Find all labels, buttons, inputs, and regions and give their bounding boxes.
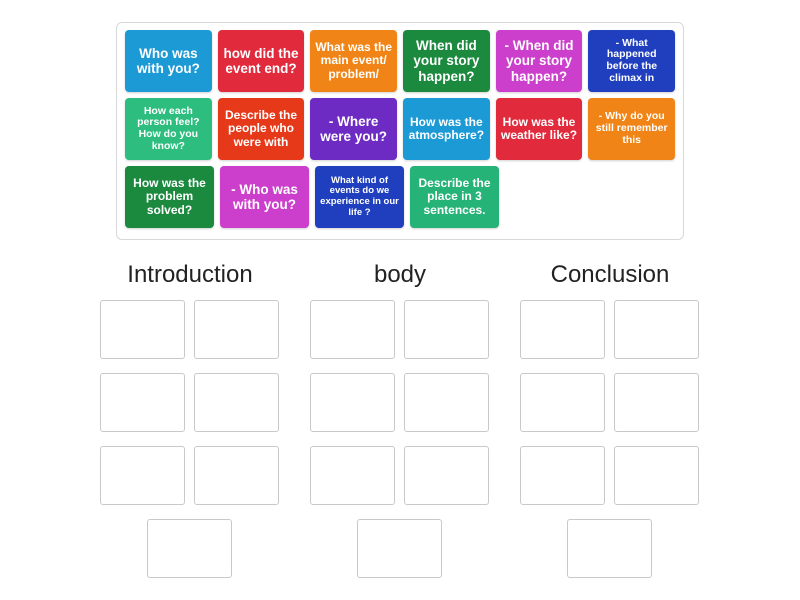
drop-slot-body[interactable] — [404, 446, 489, 505]
drop-slot-body[interactable] — [404, 300, 489, 359]
tile-row: How was the problem solved? - Who was wit… — [125, 166, 675, 228]
question-tile[interactable]: How each person feel? How do you know? — [125, 98, 212, 160]
question-tile[interactable]: - What happened before the climax in — [588, 30, 676, 92]
question-tile[interactable]: Describe the people who were with — [217, 98, 305, 160]
question-tile-label: - What happened before the climax in — [606, 36, 658, 84]
question-tile[interactable]: - Where were you? — [310, 98, 398, 160]
question-tile-label: How each person feel? How do you know? — [137, 104, 200, 152]
drop-slot-conclusion[interactable] — [520, 446, 605, 505]
drop-slot-body[interactable] — [310, 300, 395, 359]
drop-slot-introduction[interactable] — [194, 373, 279, 432]
activity-stage: Who was with you? how did the event end? W… — [0, 0, 800, 600]
question-tile-label: Describe the people who were with — [224, 107, 298, 149]
drop-slot-body[interactable] — [310, 446, 395, 505]
drop-slot-introduction[interactable] — [100, 300, 185, 359]
drop-slot-introduction[interactable] — [100, 373, 185, 432]
drop-slot-introduction[interactable] — [147, 519, 232, 578]
question-tile-label: how did the event end? — [223, 45, 299, 76]
column-heading-body: body — [373, 261, 427, 288]
question-tile[interactable]: What was the main event/ problem/ — [310, 30, 398, 92]
question-tile-label: How was the weather like? — [501, 114, 578, 142]
question-tile[interactable]: When did your story happen? — [403, 30, 490, 92]
question-tile-label: How was the atmosphere? — [408, 114, 485, 142]
question-tile[interactable]: - Who was with you? — [220, 166, 309, 228]
question-tile[interactable]: - When did your story happen? — [495, 30, 583, 92]
question-tile-label: When did your story happen? — [413, 38, 480, 84]
question-tile-label: Describe the place in 3 sentences. — [418, 175, 491, 217]
question-tile[interactable]: How was the atmosphere? — [403, 98, 490, 160]
question-tile[interactable]: How was the problem solved? — [125, 166, 214, 228]
question-tile-label: Who was with you? — [136, 45, 200, 76]
drop-slot-introduction[interactable] — [194, 446, 279, 505]
drop-slot-conclusion[interactable] — [614, 300, 699, 359]
question-tile[interactable]: How was the weather like? — [495, 98, 583, 160]
drop-slot-conclusion[interactable] — [614, 373, 699, 432]
question-tile[interactable]: - Why do you still remember this — [588, 98, 676, 160]
question-tile-label: - Where were you? — [320, 113, 388, 144]
column-heading-conclusion: Conclusion — [550, 261, 670, 288]
question-tile-label: What kind of events do we experience in … — [320, 174, 399, 218]
drop-slot-conclusion[interactable] — [614, 446, 699, 505]
question-tile[interactable]: What kind of events do we experience in … — [315, 166, 404, 228]
question-tile-label: How was the problem solved? — [133, 175, 206, 217]
drop-slot-conclusion[interactable] — [567, 519, 652, 578]
tile-bank-panel: Who was with you? how did the event end? W… — [116, 22, 684, 240]
question-tile-label: - When did your story happen? — [504, 38, 574, 84]
drop-slot-body[interactable] — [357, 519, 442, 578]
drop-slot-introduction[interactable] — [194, 300, 279, 359]
question-tile[interactable]: how did the event end? — [217, 30, 305, 92]
drop-slot-introduction[interactable] — [100, 446, 185, 505]
question-tile-label: - Who was with you? — [231, 181, 298, 212]
question-tile[interactable]: Describe the place in 3 sentences. — [410, 166, 499, 228]
question-tile-label: - Why do you still remember this — [595, 110, 668, 146]
question-tile-label: What was the main event/ problem/ — [315, 39, 393, 81]
drop-slot-conclusion[interactable] — [520, 373, 605, 432]
tile-row: Who was with you? how did the event end? W… — [125, 30, 676, 92]
drop-slot-body[interactable] — [310, 373, 395, 432]
column-heading-introduction: Introduction — [127, 261, 253, 288]
drop-slot-conclusion[interactable] — [520, 300, 605, 359]
tile-row: How each person feel? How do you know? De… — [125, 98, 676, 160]
question-tile[interactable]: Who was with you? — [125, 30, 212, 92]
drop-slot-body[interactable] — [404, 373, 489, 432]
